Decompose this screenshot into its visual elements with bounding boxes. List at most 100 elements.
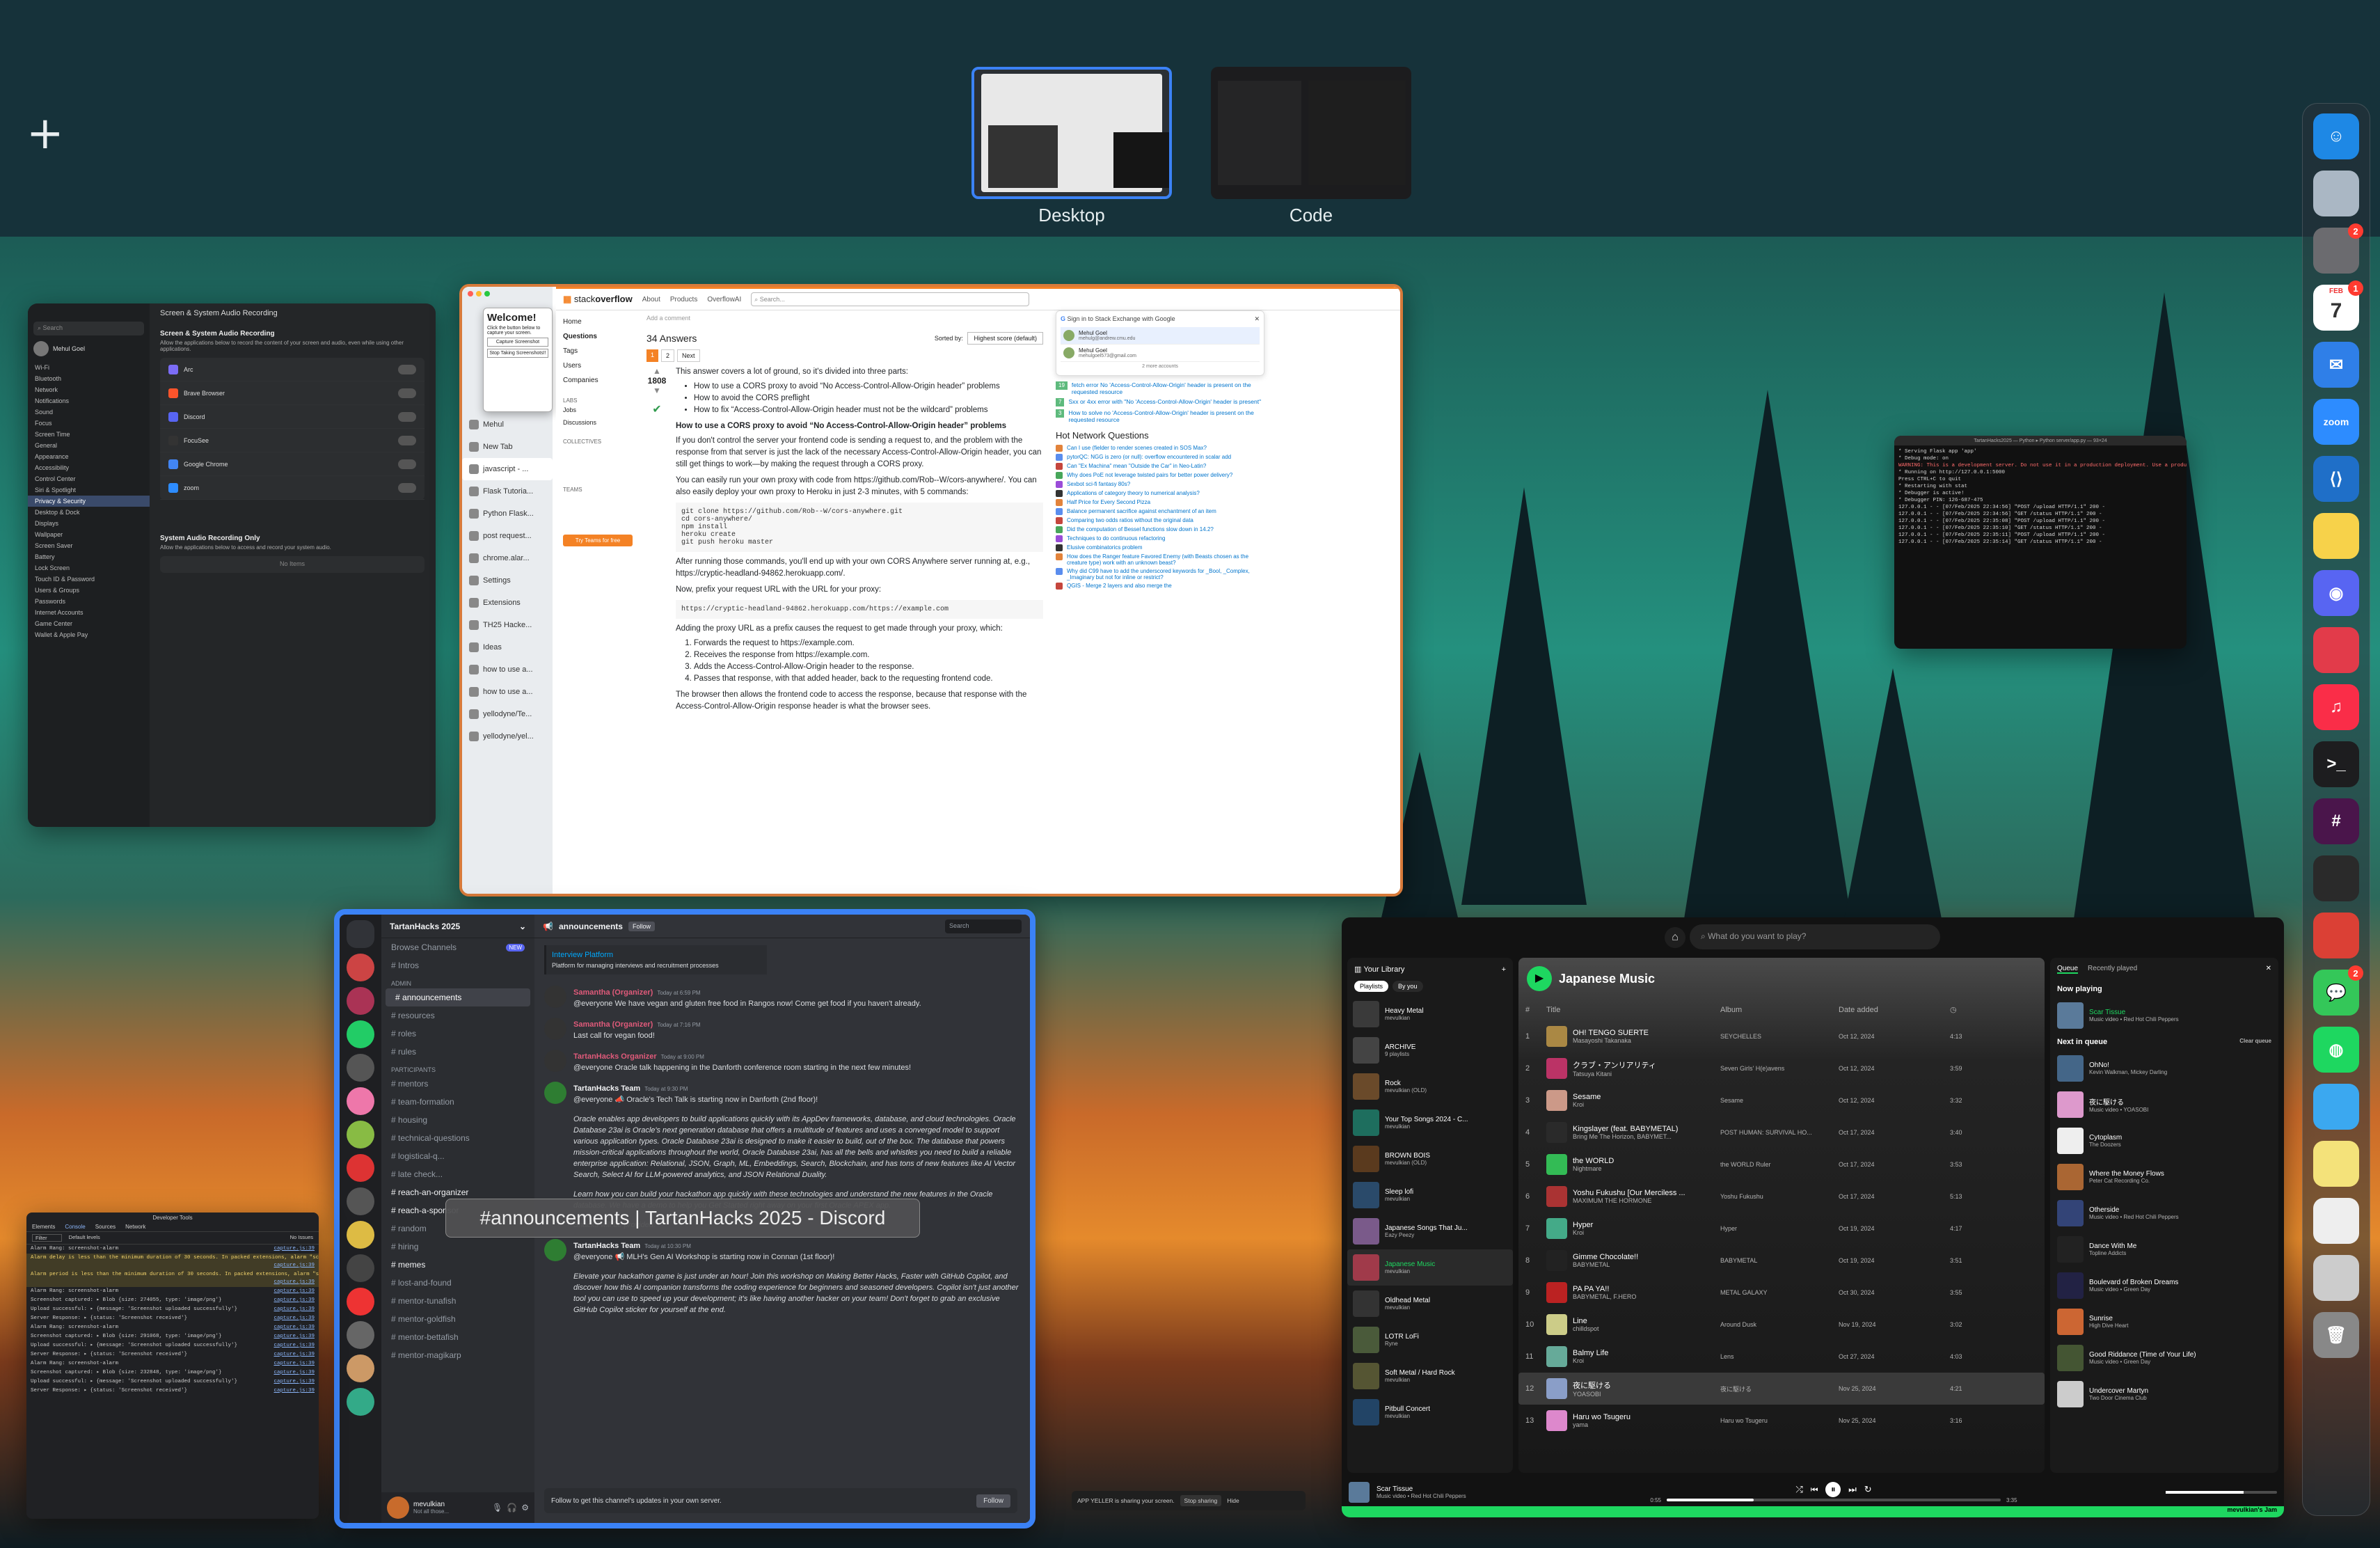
hnq-item[interactable]: Applications of category theory to numer…	[1056, 490, 1264, 497]
message-author[interactable]: TartanHacks Organizer	[573, 1052, 657, 1061]
settings-sidebar-item[interactable]: Users & Groups	[28, 585, 150, 596]
browser-tab[interactable]: Mehul	[462, 413, 553, 436]
library-item[interactable]: Soft Metal / Hard Rock mevulkian	[1347, 1358, 1513, 1394]
hnq-item[interactable]: Can "Ex Machina" mean "Outside the Car" …	[1056, 463, 1264, 470]
track-album[interactable]: Lens	[1720, 1353, 1839, 1360]
track-row[interactable]: 11 Balmy Life Kroi Lens Oct 27, 2024 4:03	[1518, 1341, 2045, 1373]
upvote-icon[interactable]: ▲	[646, 366, 667, 376]
settings-sidebar-item[interactable]: Displays	[28, 518, 150, 529]
queue-tab[interactable]: Queue	[2057, 965, 2079, 974]
channel-item[interactable]: # mentors	[381, 1075, 534, 1093]
page-next-button[interactable]: Next	[677, 349, 700, 362]
dock-vs-code-icon[interactable]: ⟨⟩	[2313, 456, 2359, 502]
queue-item[interactable]: OhNo! Kevin Walkman, Mickey Darling	[2050, 1050, 2278, 1087]
channel-item[interactable]: # logistical-q...	[381, 1147, 534, 1165]
repeat-icon[interactable]: ↻	[1864, 1484, 1872, 1494]
library-title[interactable]: Your Library	[1363, 965, 1404, 974]
clear-queue-button[interactable]: Clear queue	[2239, 1038, 2271, 1046]
jam-banner[interactable]: mevulkian's Jam	[1342, 1506, 2284, 1517]
server-icon[interactable]	[347, 1388, 374, 1416]
hnq-item[interactable]: How does the Ranger feature Favored Enem…	[1056, 553, 1264, 566]
console-source-link[interactable]: capture.js:39	[273, 1297, 315, 1304]
dock-trash-icon[interactable]: 🗑	[2313, 1312, 2359, 1358]
discord-home-icon[interactable]	[347, 920, 374, 948]
dock-messages-icon[interactable]: 💬 2	[2313, 965, 2363, 1016]
console-source-link[interactable]: capture.js:39	[273, 1245, 315, 1253]
next-icon[interactable]: ⏭	[1848, 1484, 1857, 1494]
browser-window-stackoverflow[interactable]: Mehul New Tab javascript - ... Flask Tutori…	[459, 284, 1403, 897]
track-artist[interactable]: chilldspot	[1573, 1325, 1599, 1332]
so-nav-item[interactable]: Tags	[563, 344, 633, 358]
track-row[interactable]: 8 Gimme Chocolate!! BABYMETAL BABYMETAL Oct …	[1518, 1245, 2045, 1277]
channel-item[interactable]: # mentor-goldfish	[381, 1310, 534, 1328]
queue-item[interactable]: Otherside Music video • Red Hot Chili Pep…	[2050, 1195, 2278, 1231]
channel-item[interactable]: # mentor-magikarp	[381, 1346, 534, 1364]
hnq-item[interactable]: Sexbot sci-fi fantasy 80s?	[1056, 481, 1264, 488]
add-icon[interactable]: +	[1502, 965, 1506, 974]
server-icon[interactable]	[347, 1354, 374, 1382]
browser-tab[interactable]: post request...	[462, 525, 553, 547]
queue-item[interactable]: Undercover Martyn Two Door Cinema Club	[2050, 1376, 2278, 1412]
more-accounts-link[interactable]: 2 more accounts	[1061, 362, 1260, 371]
sort-select[interactable]: Highest score (default)	[967, 332, 1043, 345]
track-row[interactable]: 3 Sesame Kroi Sesame Oct 12, 2024 3:32	[1518, 1084, 2045, 1116]
library-item[interactable]: ARCHIVE 9 playlists	[1347, 1032, 1513, 1068]
console-source-link[interactable]: capture.js:39	[273, 1387, 315, 1395]
track-artist[interactable]: YOASOBI	[1573, 1391, 1611, 1398]
console-source-link[interactable]: capture.js:39	[273, 1315, 315, 1322]
server-icon[interactable]	[347, 1154, 374, 1182]
track-row[interactable]: 7 Hyper Kroi Hyper Oct 19, 2024 4:17	[1518, 1213, 2045, 1245]
browser-tab[interactable]: javascript - ...	[462, 458, 553, 480]
page-2-button[interactable]: 2	[661, 349, 675, 362]
player-artist[interactable]: Music video • Red Hot Chili Peppers	[1377, 1493, 1502, 1499]
devtools-tab[interactable]: Network	[125, 1224, 145, 1230]
dock-terminal-icon[interactable]: >_	[2313, 741, 2359, 787]
avatar[interactable]	[387, 1496, 409, 1519]
avatar[interactable]	[544, 1082, 566, 1104]
spotify-window[interactable]: ⌕ What do you want to play? ⌂ ▥ Your Lib…	[1342, 917, 2284, 1517]
so-nav-item[interactable]: Home	[563, 315, 633, 329]
space-thumbnail-code[interactable]	[1211, 67, 1411, 199]
track-artist[interactable]: Kroi	[1573, 1101, 1601, 1108]
add-comment-link[interactable]: Add a comment	[646, 315, 1043, 322]
dock-slack-icon[interactable]: #	[2313, 798, 2359, 844]
avatar[interactable]	[544, 986, 566, 1008]
zoom-window-icon[interactable]	[484, 291, 490, 297]
permission-toggle[interactable]	[398, 388, 416, 398]
issues-counter[interactable]: No Issues	[290, 1234, 313, 1242]
track-row[interactable]: 10 Line chilldspot Around Dusk Nov 19, 2024 3…	[1518, 1309, 2045, 1341]
dock-mail-icon[interactable]: ✉	[2313, 342, 2359, 388]
server-icon[interactable]	[347, 1187, 374, 1215]
try-teams-button[interactable]: Try Teams for free	[563, 535, 633, 546]
dock-music-icon[interactable]: ♫	[2313, 684, 2359, 730]
console-source-link[interactable]: capture.js:39	[273, 1288, 315, 1295]
console-source-link[interactable]: capture.js:39	[273, 1378, 315, 1386]
track-artist[interactable]: Nightmare	[1573, 1165, 1614, 1172]
queue-item[interactable]: Sunrise High Dive Heart	[2050, 1304, 2278, 1340]
google-account-option[interactable]: Mehul Goel mehulgoel573@gmail.com	[1061, 345, 1260, 362]
labs-item[interactable]: Jobs	[563, 404, 633, 416]
channel-item[interactable]: # lost-and-found	[381, 1274, 534, 1292]
message-author[interactable]: TartanHacks Team	[573, 1242, 640, 1250]
minimize-window-icon[interactable]	[476, 291, 482, 297]
pause-button[interactable]: ⏸	[1825, 1481, 1841, 1497]
channel-item[interactable]: # hiring	[381, 1238, 534, 1256]
nav-products[interactable]: Products	[670, 296, 697, 303]
settings-sidebar-item[interactable]: Control Center	[28, 473, 150, 484]
dock-textedit-icon[interactable]	[2313, 1198, 2359, 1244]
library-item[interactable]: Pitbull Concert mevulkian	[1347, 1394, 1513, 1430]
settings-user[interactable]: Mehul Goel	[28, 335, 150, 362]
server-icon[interactable]	[347, 1254, 374, 1282]
settings-sidebar-item[interactable]: Siri & Spotlight	[28, 484, 150, 496]
devtools-tab[interactable]: Console	[65, 1224, 85, 1230]
filter-playlists[interactable]: Playlists	[1354, 981, 1389, 992]
system-settings-window[interactable]: ⌕ Search Mehul Goel Wi-Fi Bluetooth Networ…	[28, 303, 436, 827]
terminal-window[interactable]: TartanHacks2025 — Python ▸ Python server…	[1894, 436, 2187, 649]
settings-sidebar-item[interactable]: Accessibility	[28, 462, 150, 473]
category-participants[interactable]: PARTICIPANTS	[381, 1061, 534, 1075]
settings-sidebar-item[interactable]: Passwords	[28, 596, 150, 607]
browser-tab[interactable]: TH25 Hacke...	[462, 614, 553, 636]
track-album[interactable]: Hyper	[1720, 1225, 1839, 1232]
queue-item[interactable]: Boulevard of Broken Dreams Music video • …	[2050, 1267, 2278, 1304]
console-source-link[interactable]: capture.js:39	[273, 1262, 315, 1270]
